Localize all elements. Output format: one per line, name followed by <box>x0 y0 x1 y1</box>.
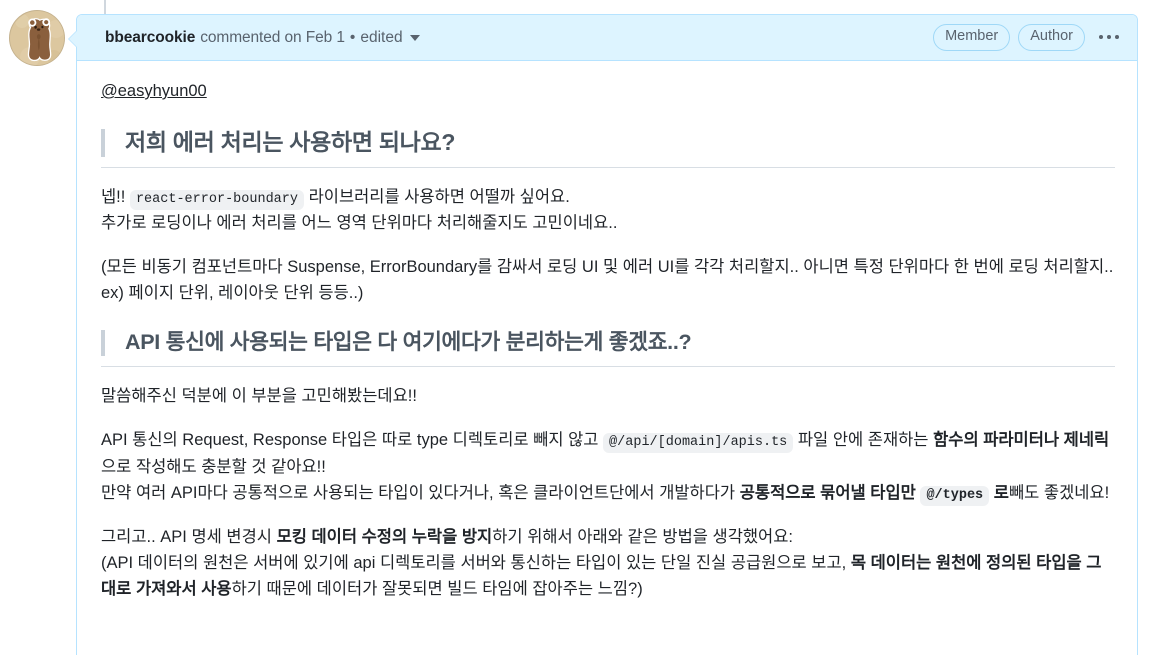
paragraph-3: 말씀해주신 덕분에 이 부분을 고민해봤는데요!! <box>101 387 417 406</box>
p6-seg2: 하기 위해서 아래와 같은 방법을 생각했어요: <box>492 527 793 546</box>
status-badge-member[interactable]: Member <box>933 24 1011 51</box>
p1-line2: 추가로 로딩이나 에러 처리를 어느 영역 단위마다 처리해줄지도 고민이네요.… <box>101 213 618 232</box>
p5-seg1: 만약 여러 API마다 공통적으로 사용되는 타입이 있다거나, 혹은 클라이언… <box>101 483 736 502</box>
chevron-down-icon[interactable] <box>409 34 420 41</box>
p5-bold1-text: 공통적으로 묶어낼 타입만 <box>739 483 916 502</box>
heading-api-types: API 통신에 사용되는 타입은 다 여기에다가 분리하는게 좋겠죠..? <box>101 328 1115 368</box>
comment-header: bbearcookie commented on Feb 1 • edited … <box>77 15 1137 61</box>
meta-separator: • <box>349 28 356 46</box>
p5-bold1: 공통적으로 묶어낼 타입만 @/types 로 <box>739 483 1009 506</box>
comment-author-link[interactable]: bbearcookie <box>105 29 195 47</box>
comment-body: @easyhyun00 저희 에러 처리는 사용하면 되나요? 넵!! reac… <box>77 61 1137 622</box>
p4-seg2: 파일 안에 존재하는 <box>797 431 929 450</box>
inline-code-types-path: @/types <box>920 485 990 506</box>
p6-seg1: 그리고.. API 명세 변경시 <box>101 527 272 546</box>
p6-bold1: 모킹 데이터 수정의 누락을 방지 <box>276 527 493 546</box>
avatar-image[interactable] <box>9 10 65 66</box>
comment-container: bbearcookie commented on Feb 1 • edited … <box>68 14 1138 655</box>
p5-bold2-text: 로 <box>993 483 1009 502</box>
kebab-dot <box>1115 35 1119 40</box>
paragraph-4: API 통신의 Request, Response 타입은 따로 type 디렉… <box>101 427 1115 506</box>
p5-seg2: 빼도 좋겠네요! <box>1008 483 1110 502</box>
kebab-horizontal-icon[interactable] <box>1093 29 1125 45</box>
thread-line <box>104 0 106 14</box>
paragraph-5: 그리고.. API 명세 변경시 모킹 데이터 수정의 누락을 방지하기 위해서… <box>101 524 1115 602</box>
p1-text-post: 라이브러리를 사용하면 어떨까 싶어요. <box>308 187 570 206</box>
status-badge-author[interactable]: Author <box>1018 24 1085 51</box>
kebab-dot <box>1099 35 1103 40</box>
bear-avatar-icon <box>10 11 64 65</box>
paragraph-2: (모든 비동기 컴포넌트마다 Suspense, ErrorBoundary를 … <box>101 258 1114 303</box>
kebab-dot <box>1107 35 1111 40</box>
mention-link[interactable]: @easyhyun00 <box>101 82 207 100</box>
inline-code-apis-path: @/api/[domain]/apis.ts <box>603 433 794 454</box>
p4-seg1: API 통신의 Request, Response 타입은 따로 type 디렉… <box>101 431 599 450</box>
inline-code-react-error-boundary: react-error-boundary <box>129 189 304 210</box>
p7-seg1: (API 데이터의 원천은 서버에 있기에 api 디렉토리를 서버와 통신하는… <box>101 553 847 572</box>
edited-label[interactable]: edited <box>360 29 402 47</box>
paragraph-1: 넵!! react-error-boundary 라이브러리를 사용하면 어떨까… <box>101 184 1115 236</box>
p4-seg3: 으로 작성해도 충분할 것 같아요!! <box>101 457 326 476</box>
p7-seg2: 하기 때문에 데이터가 잘못되면 빌드 타임에 잡아주는 느낌?) <box>231 580 643 599</box>
comment-pointer-fill <box>69 31 77 47</box>
avatar[interactable] <box>9 10 65 66</box>
heading-error-handling: 저희 에러 처리는 사용하면 되나요? <box>101 127 1115 168</box>
comment-timestamp[interactable]: commented on Feb 1 <box>200 29 345 47</box>
mention-line: @easyhyun00 <box>101 79 1115 105</box>
p1-text-pre: 넵!! <box>101 187 126 206</box>
github-comment-page: bbearcookie commented on Feb 1 • edited … <box>0 0 1158 655</box>
p4-bold1: 함수의 파라미터나 제네릭 <box>933 431 1110 450</box>
comment-header-actions: Member Author <box>933 24 1125 51</box>
